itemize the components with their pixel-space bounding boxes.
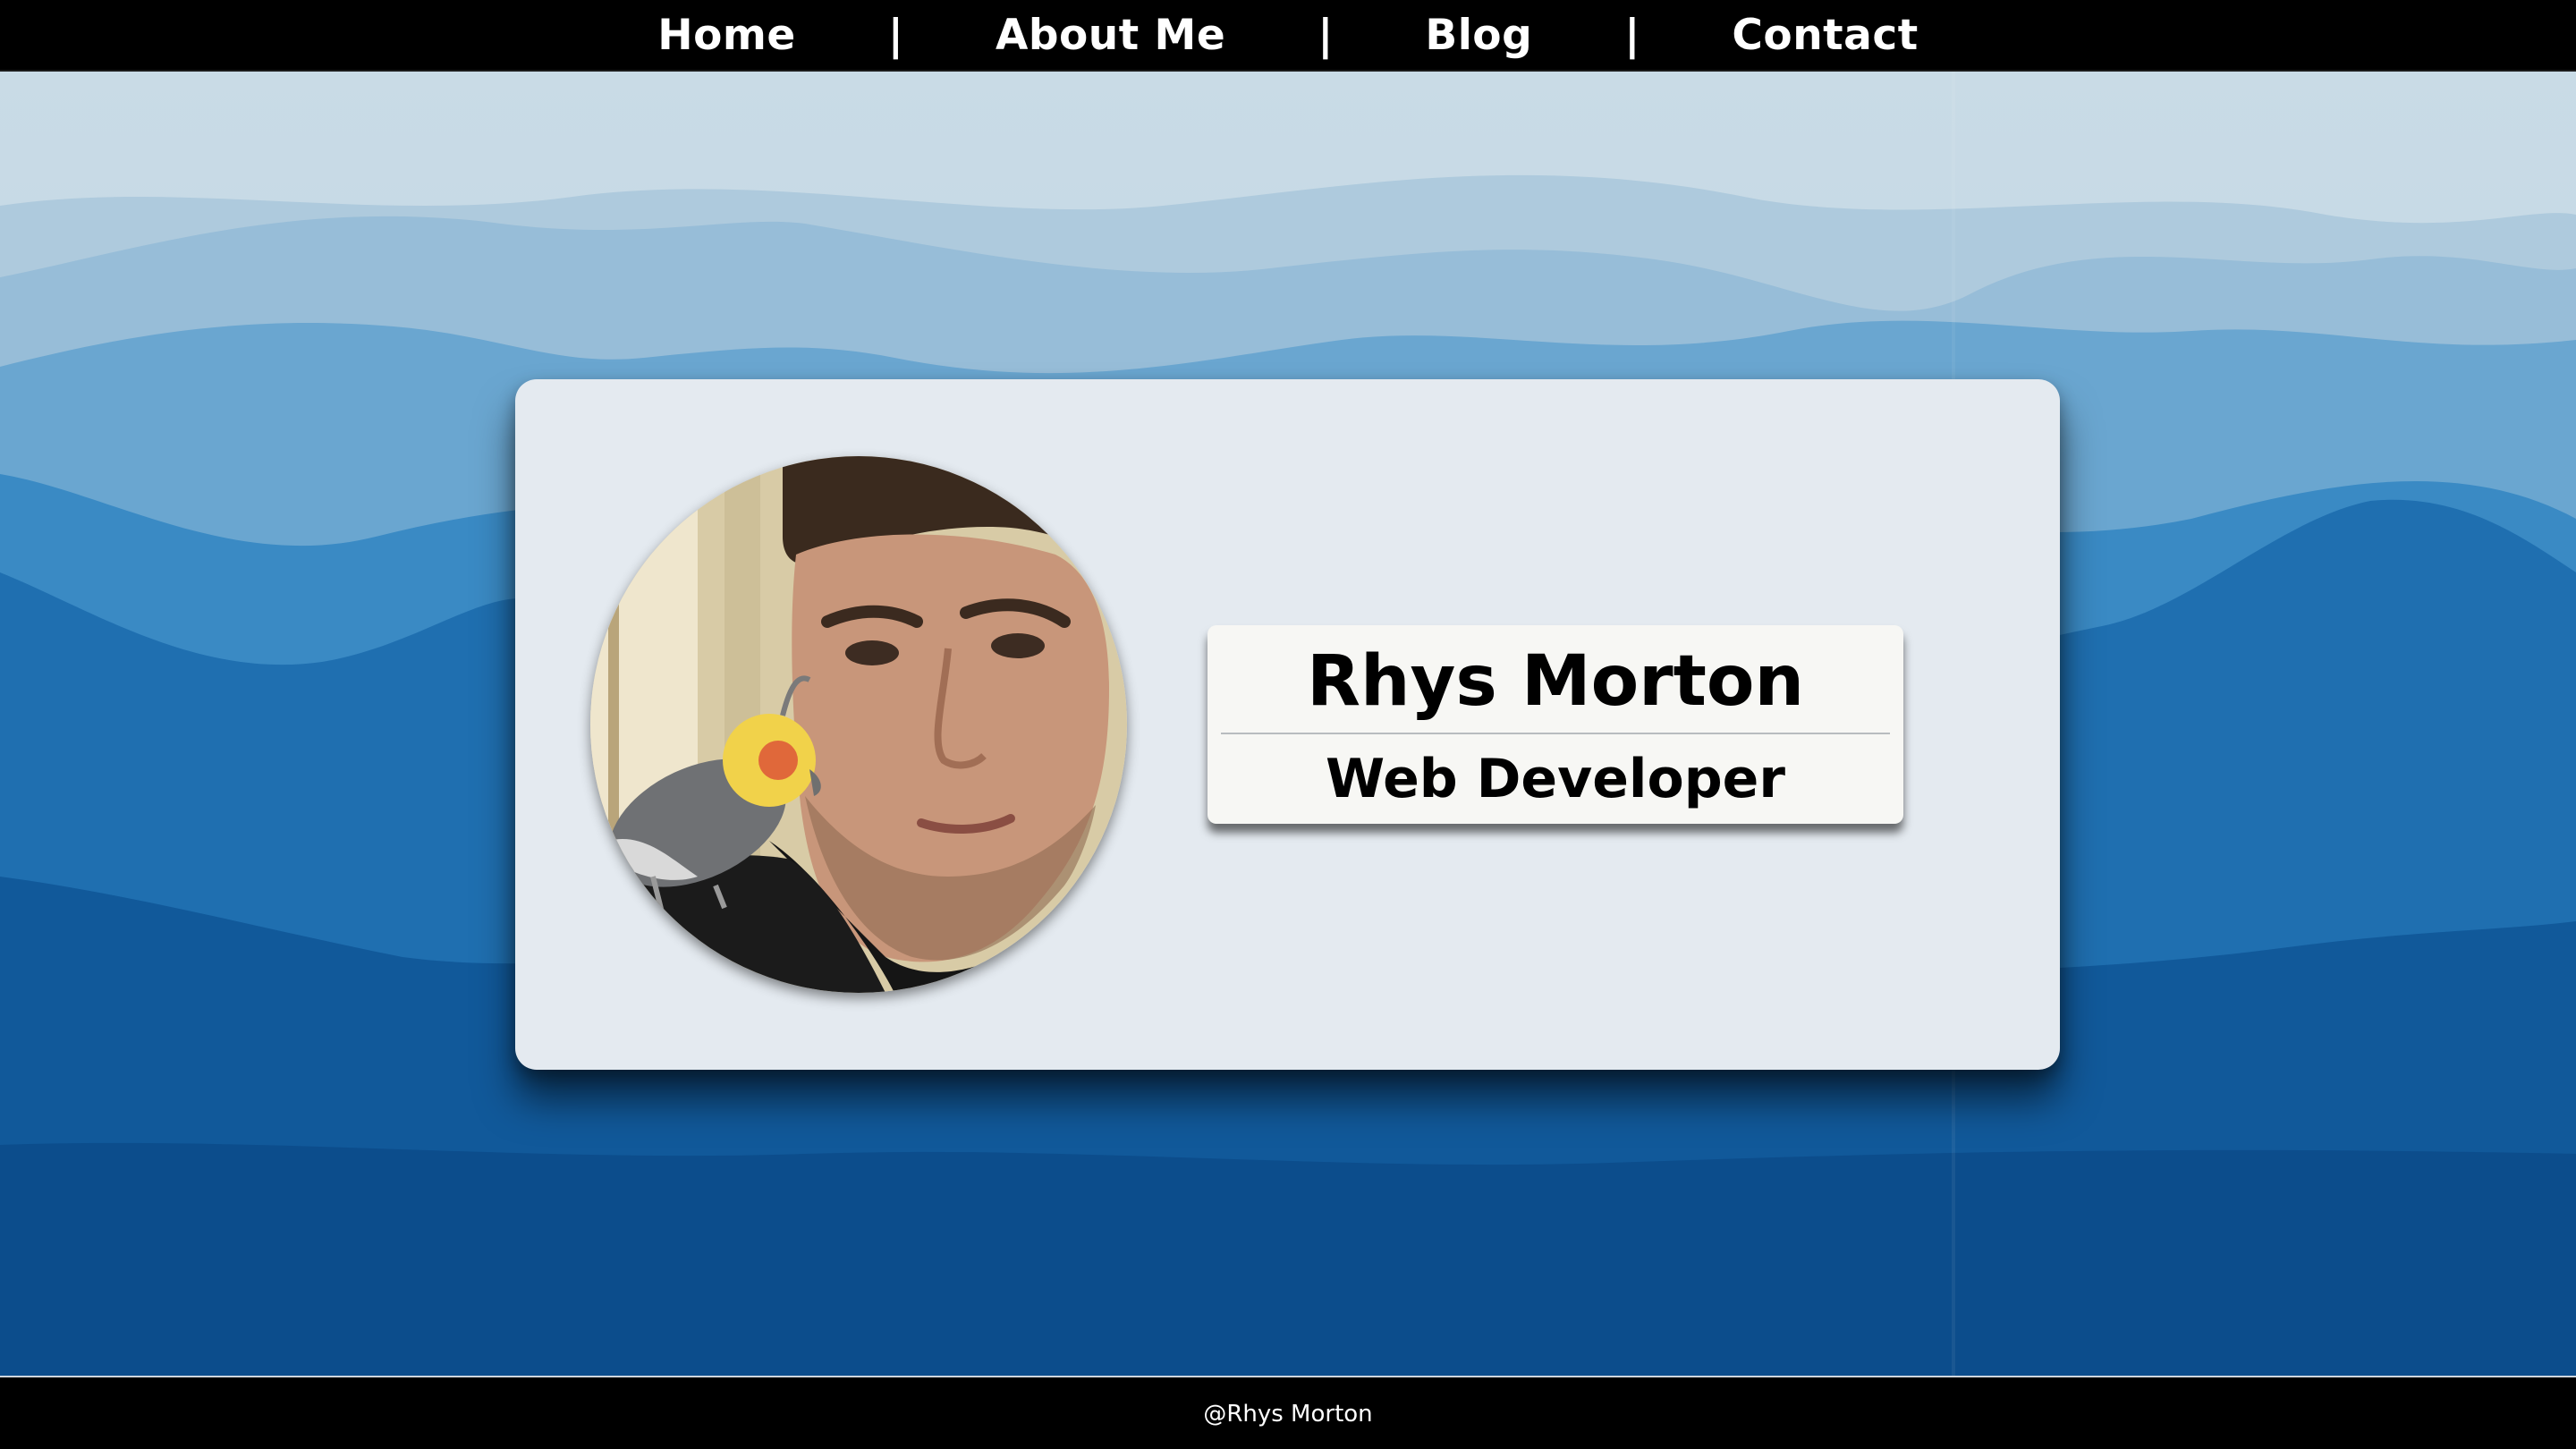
- profile-photo: [590, 456, 1127, 993]
- footer: @Rhys Morton: [0, 1376, 2576, 1449]
- nav-link-home[interactable]: Home: [657, 11, 795, 60]
- profile-title: Web Developer: [1326, 748, 1785, 810]
- footer-credit: @Rhys Morton: [1203, 1401, 1373, 1428]
- nav-link-about-me[interactable]: About Me: [996, 11, 1225, 60]
- profile-name: Rhys Morton: [1306, 641, 1805, 722]
- nav-separator: |: [1318, 10, 1334, 60]
- top-nav: Home | About Me | Blog | Contact: [0, 0, 2576, 72]
- name-plate: Rhys Morton Web Developer: [1208, 625, 1903, 824]
- nav-separator: |: [1624, 10, 1640, 60]
- nav-link-contact[interactable]: Contact: [1732, 11, 1918, 60]
- nav-separator: |: [887, 10, 903, 60]
- nav-link-blog[interactable]: Blog: [1425, 11, 1532, 60]
- profile-card: Rhys Morton Web Developer: [515, 379, 2060, 1070]
